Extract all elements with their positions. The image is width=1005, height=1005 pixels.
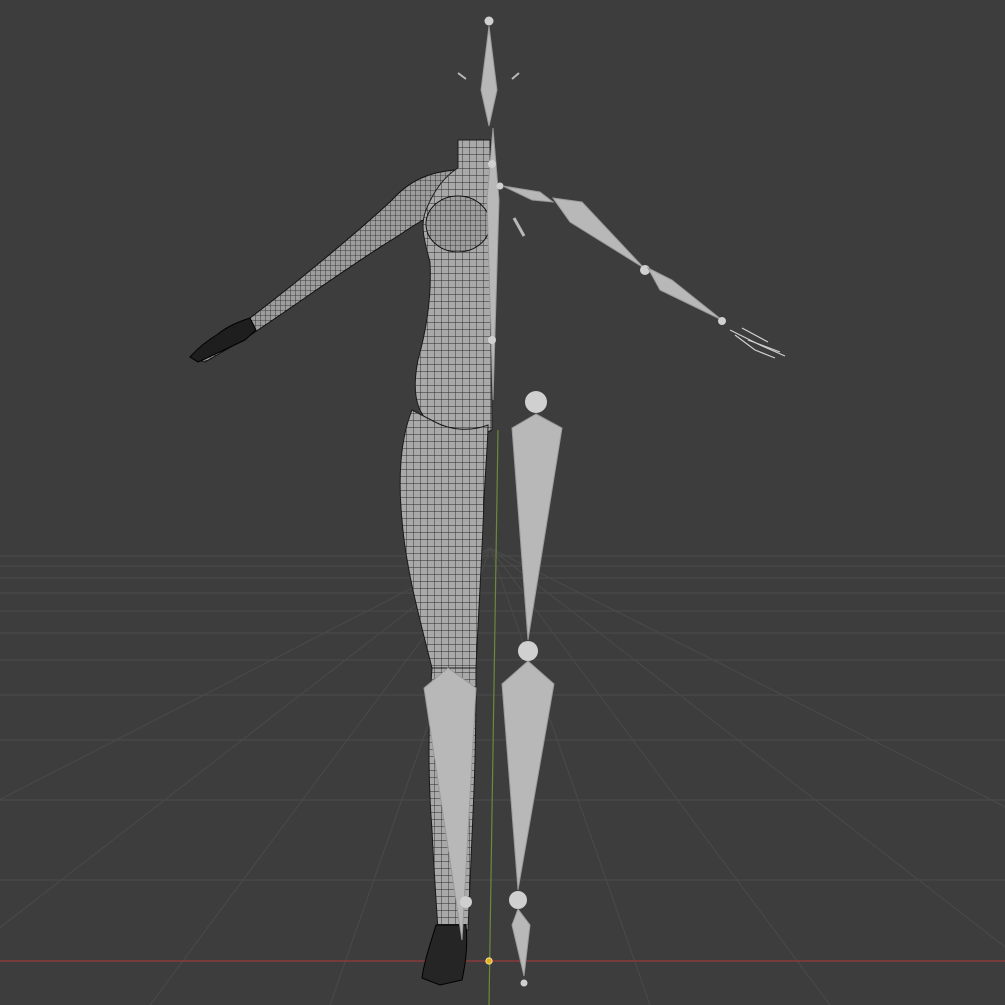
bone-eye-right[interactable]: [511, 72, 520, 80]
bone-upper-arm[interactable]: [551, 197, 645, 269]
bone-joint-wrist[interactable]: [718, 317, 726, 325]
bone-joint-toe[interactable]: [520, 979, 528, 987]
bone-thigh[interactable]: [511, 413, 563, 641]
bone-shin[interactable]: [501, 660, 555, 891]
bone-joint-head-tip[interactable]: [484, 16, 494, 26]
3d-viewport[interactable]: [0, 0, 1005, 1005]
mesh-breast[interactable]: [425, 195, 491, 253]
mesh-left-foot[interactable]: [421, 924, 468, 986]
bone-joint-knee[interactable]: [518, 641, 538, 661]
bone-head[interactable]: [480, 25, 498, 127]
y-axis-line: [488, 429, 499, 1005]
bone-joint-neck[interactable]: [488, 160, 496, 168]
bone-joint-left-ankle[interactable]: [460, 896, 472, 908]
bone-joint-ankle[interactable]: [509, 891, 527, 909]
floor-grid: [0, 547, 1005, 1005]
character-mesh[interactable]: [189, 139, 786, 986]
bone-joint-hip[interactable]: [525, 391, 547, 413]
bone-clavicle[interactable]: [502, 185, 555, 203]
bone-joint-chest[interactable]: [488, 336, 496, 344]
mesh-left-hand[interactable]: [189, 317, 257, 363]
bone-foot[interactable]: [511, 907, 531, 977]
viewport-scene[interactable]: [0, 0, 1005, 1005]
mesh-right-hand-fragment[interactable]: [729, 327, 786, 359]
bone-joint-elbow[interactable]: [640, 265, 650, 275]
bone-eye-left[interactable]: [457, 72, 467, 80]
bone-forearm[interactable]: [646, 266, 723, 321]
mesh-left-thigh[interactable]: [399, 409, 489, 669]
bone-breast[interactable]: [512, 217, 526, 237]
world-origin-marker[interactable]: [485, 957, 493, 965]
bone-joint-shoulder[interactable]: [496, 182, 504, 190]
